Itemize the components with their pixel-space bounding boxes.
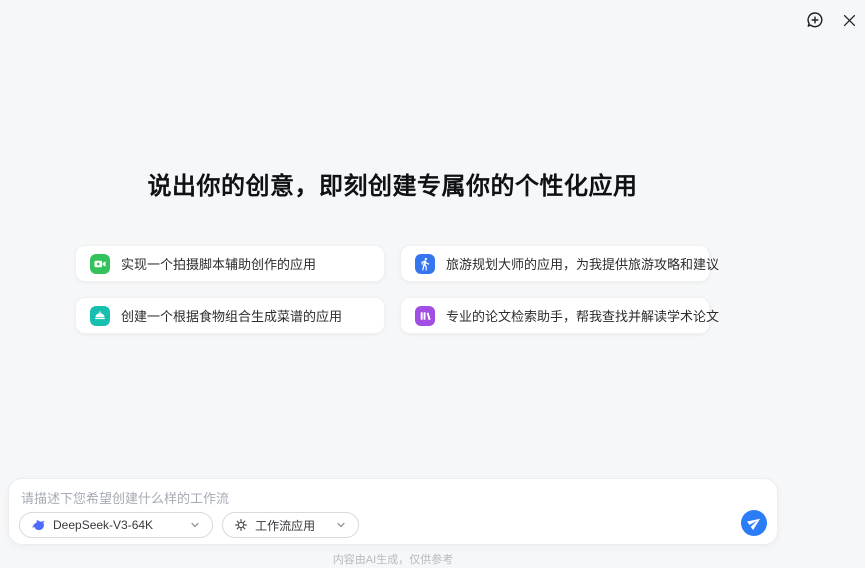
send-button[interactable] [741, 510, 767, 536]
books-icon [415, 305, 435, 326]
food-cloche-icon [90, 305, 110, 326]
composer-options: DeepSeek-V3-64K 工作流应用 [19, 512, 360, 538]
suggestion-card-paper-search[interactable]: 专业的论文检索助手，帮我查找并解读学术论文 [400, 297, 719, 334]
composer: DeepSeek-V3-64K 工作流应用 [8, 478, 778, 545]
suggestion-label: 创建一个根据食物组合生成菜谱的应用 [121, 309, 343, 324]
close-icon [841, 12, 858, 29]
walking-person-icon [415, 253, 435, 274]
app-type-selector[interactable]: 工作流应用 [222, 512, 360, 538]
deepseek-whale-icon [31, 518, 46, 533]
page-title: 说出你的创意，即刻创建专属你的个性化应用 [147, 173, 638, 200]
model-selector[interactable]: DeepSeek-V3-64K [19, 512, 214, 538]
ai-disclaimer: 内容由AI生成，仅供参考 [332, 554, 454, 566]
model-selector-value: DeepSeek-V3-64K [53, 518, 154, 532]
chevron-down-icon [189, 519, 201, 531]
video-camera-icon [90, 253, 110, 274]
prompt-input[interactable] [21, 487, 621, 509]
bubble-plus-icon [805, 10, 825, 30]
suggestion-card-recipe-generator[interactable]: 创建一个根据食物组合生成菜谱的应用 [75, 297, 385, 334]
suggestion-cards: 实现一个拍摄脚本辅助创作的应用 旅游规划大师的应用，为我提供旅游攻略和建议 创建… [75, 245, 719, 334]
close-button[interactable] [837, 8, 861, 32]
suggestion-card-video-script[interactable]: 实现一个拍摄脚本辅助创作的应用 [75, 245, 385, 282]
app-type-selector-value: 工作流应用 [255, 518, 316, 533]
gear-icon [234, 518, 248, 532]
new-chat-button[interactable] [803, 8, 827, 32]
suggestion-card-travel-planner[interactable]: 旅游规划大师的应用，为我提供旅游攻略和建议 [400, 245, 719, 282]
window-controls [803, 8, 861, 32]
suggestion-label: 实现一个拍摄脚本辅助创作的应用 [121, 257, 317, 272]
paper-plane-icon [747, 516, 761, 531]
suggestion-label: 旅游规划大师的应用，为我提供旅游攻略和建议 [446, 257, 720, 272]
suggestion-label: 专业的论文检索助手，帮我查找并解读学术论文 [446, 309, 720, 324]
chevron-down-icon [335, 519, 347, 531]
main-content: 说出你的创意，即刻创建专属你的个性化应用 实现一个拍摄脚本辅助创作的应用 旅游规… [75, 166, 719, 334]
